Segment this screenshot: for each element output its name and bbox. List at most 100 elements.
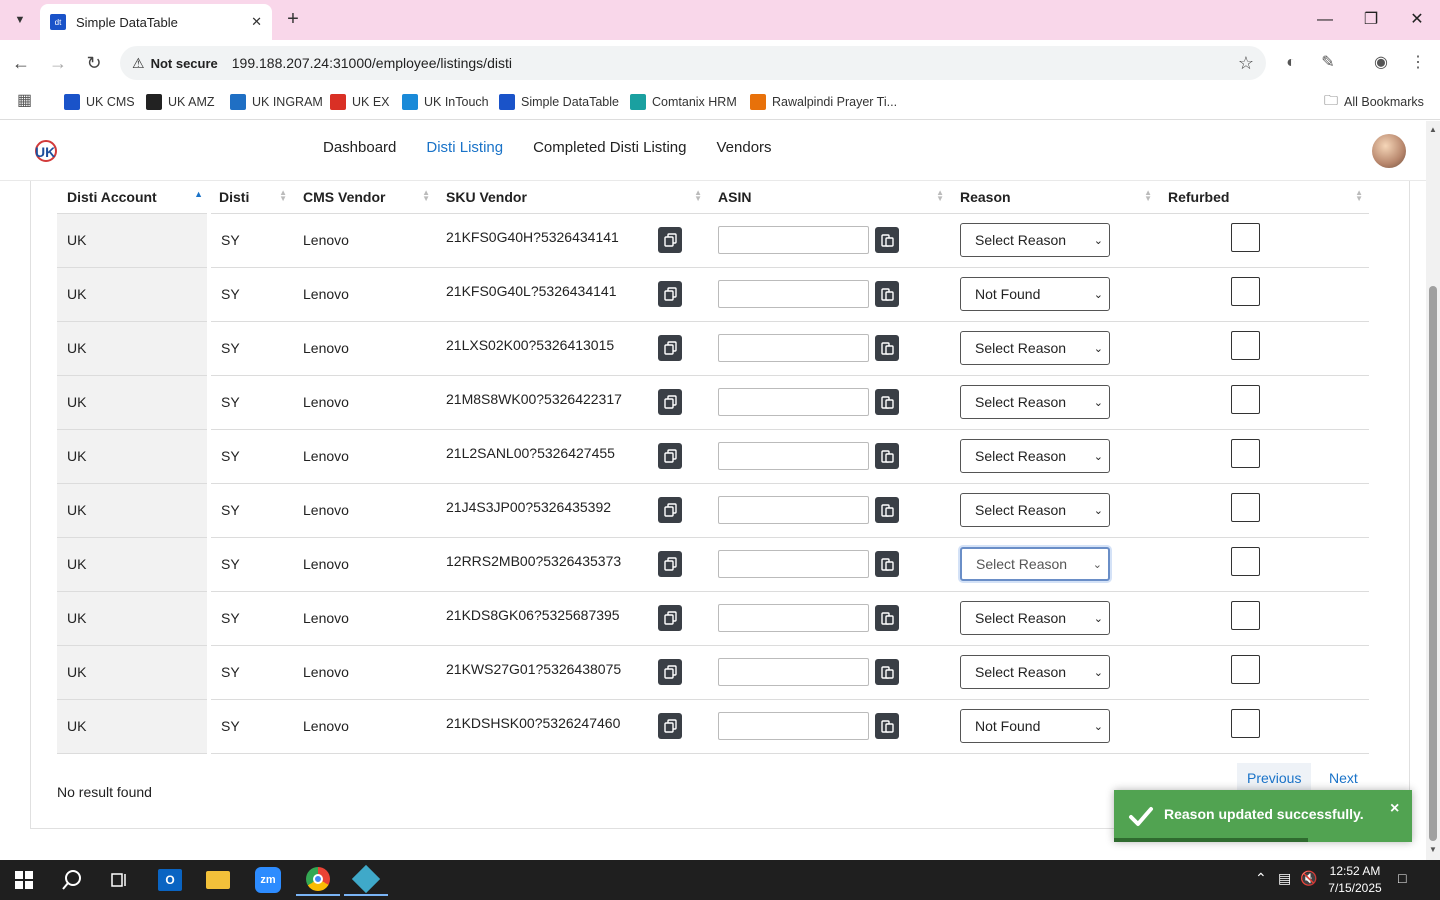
reason-select[interactable]: Select Reason ⌄ bbox=[960, 331, 1110, 365]
paste-asin-icon[interactable] bbox=[875, 389, 899, 415]
bookmark-item[interactable]: UK EX bbox=[330, 92, 390, 112]
system-clock[interactable]: 12:52 AM 7/15/2025 bbox=[1320, 863, 1390, 897]
forward-icon[interactable]: → bbox=[45, 50, 71, 76]
refurbed-checkbox[interactable] bbox=[1231, 492, 1260, 522]
nav-link-vendors[interactable]: Vendors bbox=[702, 139, 787, 156]
asin-input[interactable] bbox=[718, 604, 869, 632]
translate-icon[interactable]: ◐ bbox=[1280, 52, 1302, 74]
paste-asin-icon[interactable] bbox=[875, 659, 899, 685]
notifications-icon[interactable]: □ bbox=[1398, 870, 1406, 886]
asin-input[interactable] bbox=[718, 334, 869, 362]
copy-sku-icon[interactable] bbox=[658, 659, 682, 685]
asin-input[interactable] bbox=[718, 496, 869, 524]
sort-icon[interactable]: ▲ bbox=[194, 190, 203, 199]
bookmark-item[interactable]: Rawalpindi Prayer Ti... bbox=[750, 92, 897, 112]
refurbed-checkbox[interactable] bbox=[1231, 708, 1260, 738]
warning-icon[interactable]: ⚠ bbox=[132, 55, 145, 72]
network-icon[interactable]: ▤ bbox=[1278, 870, 1291, 887]
bookmark-item[interactable]: Comtanix HRM bbox=[630, 92, 737, 112]
not-secure-label[interactable]: Not secure bbox=[151, 56, 218, 71]
extensions-icon[interactable]: ✎ bbox=[1317, 52, 1339, 74]
asin-input[interactable] bbox=[718, 658, 869, 686]
sort-icon[interactable]: ▲ ▼ bbox=[422, 189, 430, 203]
task-view-icon[interactable] bbox=[98, 864, 142, 896]
user-avatar[interactable] bbox=[1372, 134, 1406, 168]
browser-tab[interactable]: dt Simple DataTable ✕ bbox=[40, 4, 272, 40]
scroll-down-icon[interactable]: ▼ bbox=[1429, 845, 1437, 854]
bookmark-item[interactable]: Simple DataTable bbox=[499, 92, 619, 112]
reason-select[interactable]: Select Reason ⌄ bbox=[960, 493, 1110, 527]
copy-sku-icon[interactable] bbox=[658, 389, 682, 415]
sort-icon[interactable]: ▲ ▼ bbox=[936, 189, 944, 203]
bookmark-item[interactable]: UK AMZ bbox=[146, 92, 215, 112]
reason-select[interactable]: Select Reason ⌄ bbox=[960, 439, 1110, 473]
page-scrollbar[interactable]: ▲ ▼ bbox=[1426, 121, 1440, 860]
nav-link-disti-listing[interactable]: Disti Listing bbox=[411, 139, 518, 156]
all-bookmarks[interactable]: 🗀 All Bookmarks bbox=[1324, 92, 1424, 112]
vscode-app-icon[interactable] bbox=[344, 864, 388, 896]
refurbed-checkbox[interactable] bbox=[1231, 438, 1260, 468]
paste-asin-icon[interactable] bbox=[875, 497, 899, 523]
copy-sku-icon[interactable] bbox=[658, 281, 682, 307]
reason-select[interactable]: Not Found ⌄ bbox=[960, 277, 1110, 311]
outlook-icon[interactable]: O bbox=[148, 864, 192, 896]
new-tab-icon[interactable]: + bbox=[282, 8, 304, 32]
url-text[interactable]: 199.188.207.24:31000/employee/listings/d… bbox=[232, 55, 1238, 71]
back-icon[interactable]: ← bbox=[8, 50, 34, 76]
column-header-disti-account[interactable]: Disti Account ▲ bbox=[57, 181, 209, 214]
zoom-icon[interactable]: zm bbox=[246, 864, 290, 896]
bookmark-star-icon[interactable]: ☆ bbox=[1238, 53, 1254, 74]
asin-input[interactable] bbox=[718, 712, 869, 740]
reason-select[interactable]: Select Reason ⌄ bbox=[960, 655, 1110, 689]
uk-logo-icon[interactable]: UK bbox=[32, 138, 58, 164]
minimize-icon[interactable]: — bbox=[1302, 6, 1348, 34]
volume-muted-icon[interactable]: 🔇 bbox=[1300, 870, 1317, 887]
file-explorer-icon[interactable] bbox=[196, 864, 240, 896]
refurbed-checkbox[interactable] bbox=[1231, 600, 1260, 630]
bookmark-item[interactable]: UK CMS bbox=[64, 92, 135, 112]
asin-input[interactable] bbox=[718, 388, 869, 416]
reload-icon[interactable]: ↻ bbox=[81, 50, 107, 76]
paste-asin-icon[interactable] bbox=[875, 443, 899, 469]
scroll-thumb[interactable] bbox=[1429, 286, 1437, 841]
reason-select[interactable]: Select Reason ⌄ bbox=[960, 223, 1110, 257]
profile-icon[interactable]: ◉ bbox=[1370, 52, 1392, 74]
column-header-disti[interactable]: Disti ▲ ▼ bbox=[209, 181, 293, 214]
search-icon[interactable] bbox=[50, 864, 94, 896]
sort-icon[interactable]: ▲ ▼ bbox=[694, 189, 702, 203]
toast-close-icon[interactable]: × bbox=[1390, 800, 1399, 818]
window-close-icon[interactable]: ✕ bbox=[1394, 6, 1440, 34]
reason-select[interactable]: Not Found ⌄ bbox=[960, 709, 1110, 743]
apps-grid-icon[interactable]: ▦ bbox=[17, 90, 35, 109]
copy-sku-icon[interactable] bbox=[658, 713, 682, 739]
column-header-refurbed[interactable]: Refurbed ▲ ▼ bbox=[1158, 181, 1369, 214]
tray-chevron-icon[interactable]: ⌃ bbox=[1255, 870, 1267, 887]
refurbed-checkbox[interactable] bbox=[1231, 330, 1260, 360]
refurbed-checkbox[interactable] bbox=[1231, 384, 1260, 414]
paste-asin-icon[interactable] bbox=[875, 335, 899, 361]
refurbed-checkbox[interactable] bbox=[1231, 222, 1260, 252]
chrome-icon[interactable] bbox=[296, 864, 340, 896]
reason-select[interactable]: Select Reason ⌄ bbox=[960, 601, 1110, 635]
copy-sku-icon[interactable] bbox=[658, 227, 682, 253]
bookmark-item[interactable]: UK INGRAM bbox=[230, 92, 323, 112]
paste-asin-icon[interactable] bbox=[875, 713, 899, 739]
reason-select[interactable]: Select Reason ⌄ bbox=[960, 385, 1110, 419]
paste-asin-icon[interactable] bbox=[875, 605, 899, 631]
nav-link-completed-disti-listing[interactable]: Completed Disti Listing bbox=[518, 139, 701, 156]
paste-asin-icon[interactable] bbox=[875, 281, 899, 307]
tab-close-icon[interactable]: ✕ bbox=[251, 14, 262, 30]
paste-asin-icon[interactable] bbox=[875, 551, 899, 577]
start-windows-icon[interactable] bbox=[2, 864, 46, 896]
previous-button[interactable]: Previous bbox=[1237, 763, 1312, 793]
column-header-reason[interactable]: Reason ▲ ▼ bbox=[950, 181, 1158, 214]
nav-link-dashboard[interactable]: Dashboard bbox=[308, 139, 411, 156]
sort-icon[interactable]: ▲ ▼ bbox=[279, 189, 287, 203]
restore-icon[interactable]: ❐ bbox=[1348, 6, 1394, 34]
asin-input[interactable] bbox=[718, 550, 869, 578]
paste-asin-icon[interactable] bbox=[875, 227, 899, 253]
copy-sku-icon[interactable] bbox=[658, 443, 682, 469]
omnibox[interactable]: ⚠ Not secure 199.188.207.24:31000/employ… bbox=[120, 46, 1266, 80]
refurbed-checkbox[interactable] bbox=[1231, 654, 1260, 684]
bookmark-item[interactable]: UK InTouch bbox=[402, 92, 489, 112]
